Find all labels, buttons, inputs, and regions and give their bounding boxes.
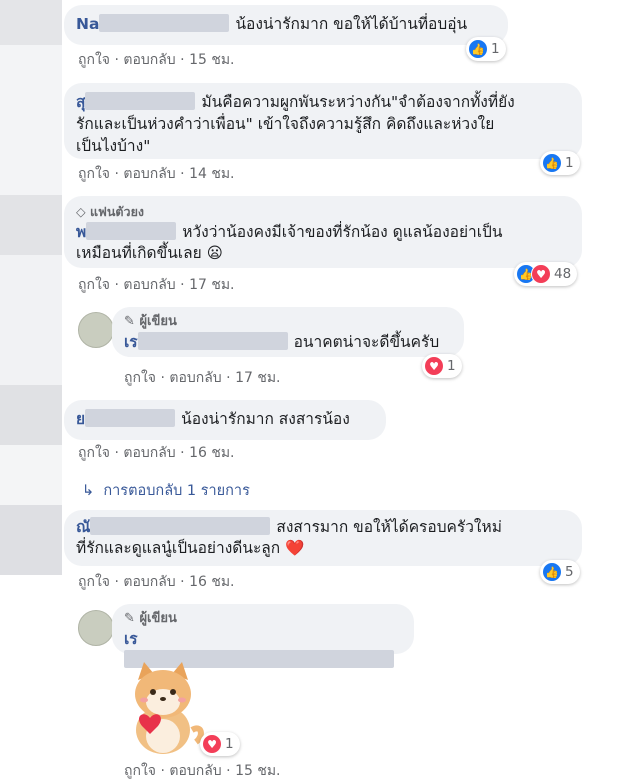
timestamp[interactable]: 15 ชม.	[189, 52, 234, 68]
reply-link[interactable]: ตอบกลับ	[123, 574, 175, 590]
timestamp[interactable]: 16 ชม.	[189, 574, 234, 590]
like-link[interactable]: ถูกใจ	[78, 277, 110, 293]
comment-actions: ถูกใจ · ตอบกลับ · 17 ชม.	[124, 370, 281, 386]
like-link[interactable]: ถูกใจ	[78, 52, 110, 68]
like-icon: 👍	[468, 39, 488, 59]
reaction-summary[interactable]: ♥ 1	[200, 732, 240, 756]
author-badge: ✎ ผู้เขียน	[124, 314, 177, 329]
love-icon: ♥	[202, 734, 222, 754]
worried-face-emoji: 😦	[206, 244, 223, 262]
reply-link[interactable]: ตอบกลับ	[169, 763, 221, 779]
reply-bubble: ✎ ผู้เขียน เร	[112, 604, 414, 668]
view-replies-link[interactable]: ↳ การตอบกลับ 1 รายการ	[82, 479, 250, 502]
reply-link[interactable]: ตอบกลับ	[169, 370, 221, 386]
like-link[interactable]: ถูกใจ	[124, 370, 156, 386]
comment-actions: ถูกใจ · ตอบกลับ · 16 ชม.	[78, 574, 235, 590]
comment-bubble: สุ มันคือความผูกพันระหว่างกัน"จำต้องจากทั…	[64, 83, 582, 159]
commenter-name[interactable]: พ	[76, 223, 86, 241]
reply-link[interactable]: ตอบกลับ	[123, 52, 175, 68]
blurred-name	[85, 92, 196, 110]
shiba-heart-sticker	[135, 662, 204, 754]
timestamp[interactable]: 15 ชม.	[235, 763, 280, 779]
like-link[interactable]: ถูกใจ	[78, 445, 110, 461]
commenter-name[interactable]: เร	[124, 333, 138, 351]
commenter-name[interactable]: เร	[124, 630, 138, 648]
blurred-name	[99, 14, 230, 32]
avatar[interactable]	[78, 312, 114, 348]
top-fan-badge: ◇ แฟนตัวยง	[76, 204, 145, 219]
commenter-name[interactable]: Na	[76, 15, 99, 33]
blurred-left-edge	[0, 0, 62, 772]
comment-bubble: ◇ แฟนตัวยง พหวังว่าน้องคงมีเจ้าของที่รัก…	[64, 196, 582, 268]
reaction-summary[interactable]: 👍 5	[540, 560, 580, 584]
pencil-icon: ✎	[124, 314, 135, 329]
reply-arrow-icon: ↳	[82, 483, 95, 499]
timestamp[interactable]: 14 ชม.	[189, 166, 234, 182]
reply-link[interactable]: ตอบกลับ	[123, 277, 175, 293]
comment-actions: ถูกใจ · ตอบกลับ · 16 ชม.	[78, 445, 235, 461]
avatar[interactable]	[78, 610, 114, 646]
reaction-summary[interactable]: ♥ 1	[422, 354, 462, 378]
timestamp[interactable]: 17 ชม.	[189, 277, 234, 293]
love-icon: ♥	[531, 264, 551, 284]
like-link[interactable]: ถูกใจ	[78, 166, 110, 182]
reaction-summary[interactable]: 👍 1	[540, 151, 580, 175]
reply-link[interactable]: ตอบกลับ	[123, 166, 175, 182]
comment-actions: ถูกใจ · ตอบกลับ · 14 ชม.	[78, 166, 235, 182]
blurred-name	[86, 222, 177, 240]
blurred-name	[90, 517, 271, 535]
comment-bubble: Na น้องน่ารักมาก ขอให้ได้บ้านที่อบอุ่น	[64, 5, 508, 45]
timestamp[interactable]: 16 ชม.	[189, 445, 234, 461]
pencil-icon: ✎	[124, 611, 135, 626]
comment-bubble: ยน้องน่ารักมาก สงสารน้อง	[64, 400, 386, 440]
like-icon: 👍	[542, 153, 562, 173]
love-icon: ♥	[424, 356, 444, 376]
commenter-name[interactable]: ณั	[76, 518, 90, 536]
comment-text: น้องน่ารักมาก ขอให้ได้บ้านที่อบอุ่น	[235, 15, 468, 33]
reply-link[interactable]: ตอบกลับ	[123, 445, 175, 461]
comment-actions: ถูกใจ · ตอบกลับ · 15 ชม.	[78, 52, 235, 68]
timestamp[interactable]: 17 ชม.	[235, 370, 280, 386]
comment-bubble: ณั สงสารมาก ขอให้ได้ครอบครัวใหม่ ที่รักแล…	[64, 510, 582, 566]
like-icon: 👍	[542, 562, 562, 582]
reaction-summary[interactable]: 👍 ♥ 48	[514, 262, 578, 286]
comment-actions: ถูกใจ · ตอบกลับ · 15 ชม.	[124, 763, 281, 779]
commenter-name[interactable]: สุ	[76, 93, 85, 111]
reply-bubble: ✎ ผู้เขียน เร อนาคตน่าจะดีขึ้นครับ	[112, 307, 464, 357]
comment-actions: ถูกใจ · ตอบกลับ · 17 ชม.	[78, 277, 235, 293]
blurred-name	[85, 409, 176, 427]
commenter-name[interactable]: ย	[76, 410, 85, 428]
like-link[interactable]: ถูกใจ	[78, 574, 110, 590]
blurred-name	[137, 332, 288, 350]
like-link[interactable]: ถูกใจ	[124, 763, 156, 779]
diamond-icon: ◇	[76, 204, 86, 219]
reaction-summary[interactable]: 👍 1	[466, 37, 506, 61]
author-badge: ✎ ผู้เขียน	[124, 611, 177, 626]
red-heart-emoji: ❤️	[285, 539, 305, 557]
